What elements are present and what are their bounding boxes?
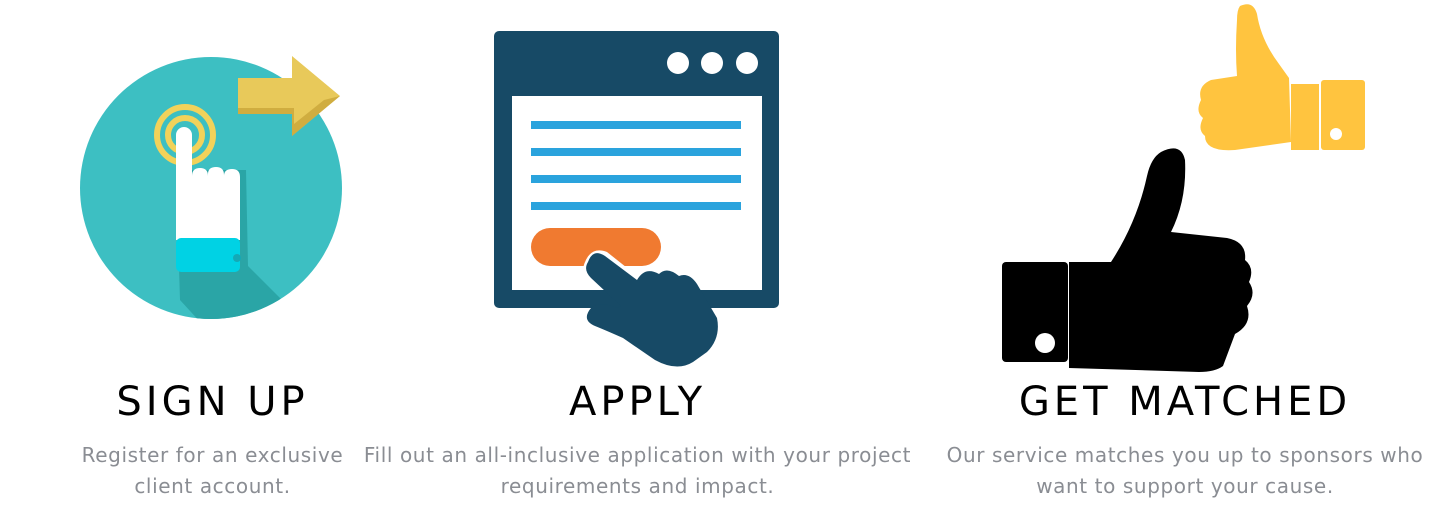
- thumbs-up-icon: [1002, 4, 1365, 372]
- step-title: GET MATCHED: [1018, 379, 1352, 425]
- tap-finger-icon: [80, 56, 342, 319]
- description-line: client account.: [134, 474, 291, 498]
- step-description: Register for an exclusive client account…: [70, 440, 355, 502]
- step-apply: APPLY Fill out an all-inclusive applicat…: [355, 0, 920, 520]
- description-line: Our service matches you up to sponsors w…: [946, 443, 1424, 467]
- step-description: Fill out an all-inclusive application wi…: [355, 440, 920, 502]
- step-get-matched: GET MATCHED Our service matches you up t…: [935, 0, 1435, 520]
- description-line: want to support your cause.: [1036, 474, 1334, 498]
- step-title: APPLY: [568, 379, 706, 425]
- browser-form-icon: [494, 31, 779, 367]
- description-line: Fill out an all-inclusive application wi…: [363, 443, 912, 467]
- step-description: Our service matches you up to sponsors w…: [935, 440, 1435, 502]
- step-title: SIGN UP: [116, 379, 309, 425]
- description-line: Register for an exclusive: [81, 443, 344, 467]
- description-line: requirements and impact.: [500, 474, 775, 498]
- step-sign-up: SIGN UP Register for an exclusive client…: [70, 0, 355, 520]
